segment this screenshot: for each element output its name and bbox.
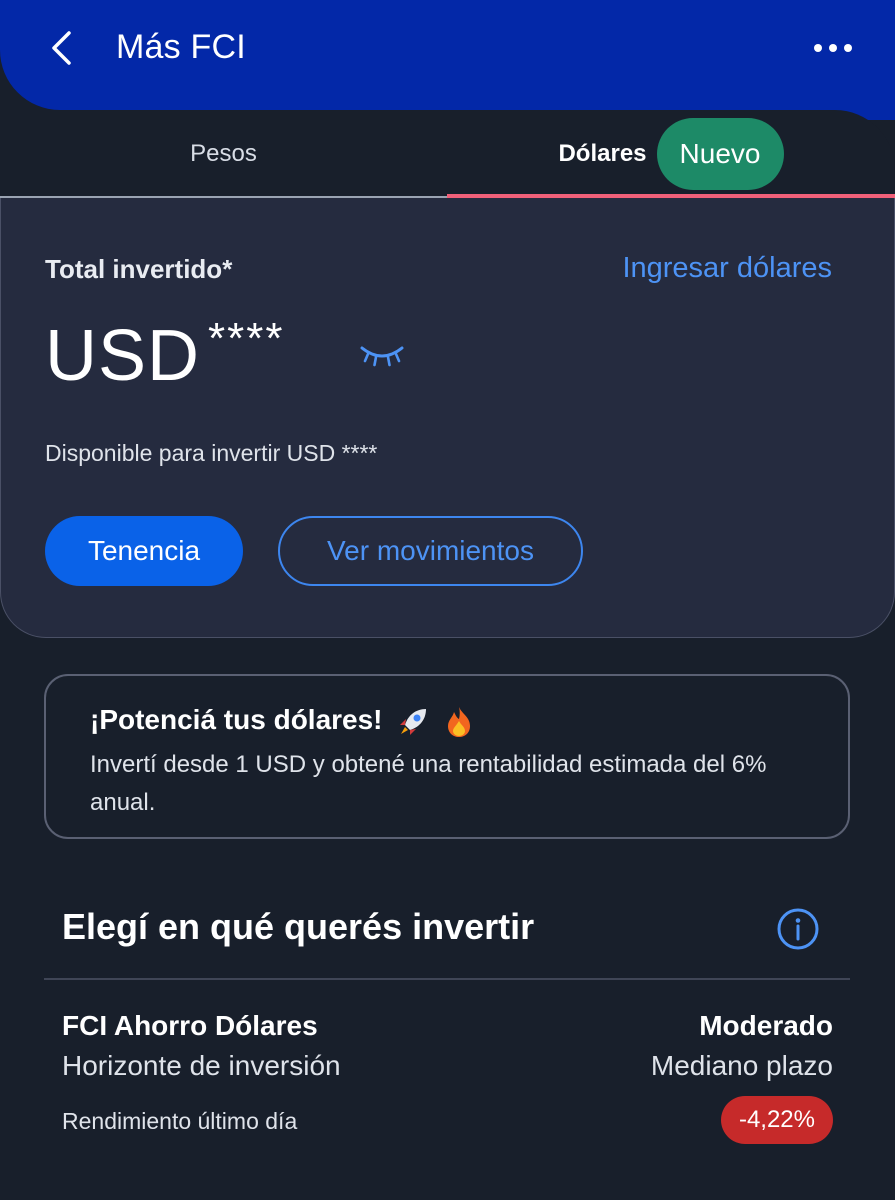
app-header: Más FCI	[0, 0, 895, 110]
back-button[interactable]	[40, 26, 84, 70]
eye-closed-icon	[360, 346, 404, 367]
more-horizontal-icon	[814, 44, 822, 52]
promo-title-text: ¡Potenciá tus dólares!	[90, 704, 383, 735]
chevron-left-icon	[52, 31, 71, 65]
currency-tabs: Pesos Dólares Nuevo	[0, 110, 895, 198]
more-options-button[interactable]	[807, 30, 859, 66]
total-amount: USD ****	[45, 314, 285, 397]
tab-pesos[interactable]: Pesos	[0, 110, 447, 198]
promo-description: Invertí desde 1 USD y obtené una rentabi…	[90, 751, 767, 816]
more-dot	[844, 44, 852, 52]
view-movements-button[interactable]: Ver movimientos	[278, 516, 583, 586]
info-icon	[777, 908, 819, 950]
fire-icon	[448, 706, 471, 737]
more-dot	[829, 44, 837, 52]
fund-horizon-value: Mediano plazo	[650, 1050, 833, 1081]
section-divider	[44, 978, 850, 980]
fund-yield-badge: -4,22%	[720, 1096, 833, 1144]
tab-dolares[interactable]: Dólares Nuevo	[447, 110, 895, 198]
promo-banner[interactable]: ¡Potenciá tus dólares! Invertí desde 1 U…	[44, 674, 850, 839]
fund-yield-label: Rendimiento último día	[62, 1108, 298, 1134]
promo-title: ¡Potenciá tus dólares!	[90, 704, 474, 739]
fund-name: FCI Ahorro Dólares	[62, 1010, 318, 1041]
holdings-button[interactable]: Tenencia	[45, 516, 243, 586]
toggle-visibility-button[interactable]	[359, 342, 405, 370]
available-to-invest: Disponible para invertir USD ****	[45, 440, 378, 466]
amount-masked: ****	[208, 314, 285, 363]
page-title: Más FCI	[116, 28, 246, 66]
page: Más FCI Pesos Dólares Nuevo Total invert…	[0, 0, 895, 1200]
new-badge: Nuevo	[656, 118, 784, 190]
info-button[interactable]	[776, 907, 820, 951]
deposit-dollars-link[interactable]: Ingresar dólares	[622, 252, 832, 285]
total-invested-label: Total invertido*	[45, 254, 233, 284]
fund-horizon-label: Horizonte de inversión	[62, 1050, 341, 1081]
tab-label: Dólares	[558, 140, 647, 167]
amount-currency: USD	[45, 316, 201, 396]
section-title: Elegí en qué querés invertir	[62, 906, 535, 947]
rocket-icon	[400, 708, 427, 735]
investment-summary-card: Total invertido* Ingresar dólares USD **…	[0, 198, 895, 638]
fund-risk-level: Moderado	[699, 1010, 833, 1041]
fund-list-item[interactable]: FCI Ahorro Dólares Moderado Horizonte de…	[44, 990, 850, 1160]
tab-label: Pesos	[190, 140, 257, 167]
